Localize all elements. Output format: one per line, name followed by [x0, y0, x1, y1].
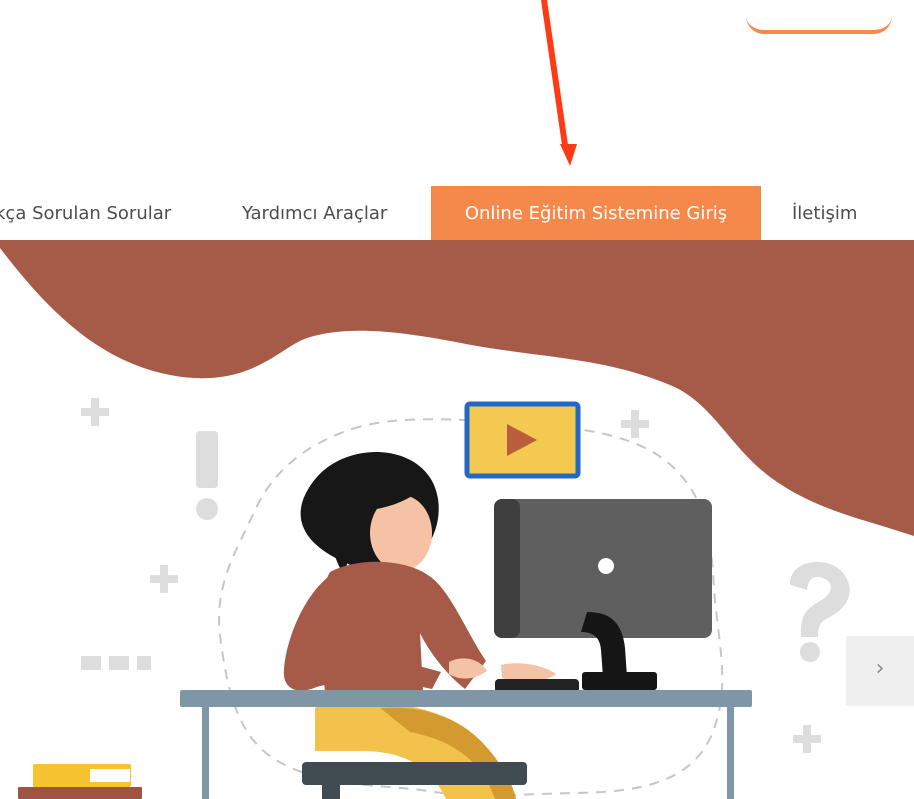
book-stack	[18, 764, 142, 799]
chevron-right-icon: ›	[875, 656, 885, 681]
hero-carousel	[0, 240, 914, 799]
nav-item-online-education-login[interactable]: Online Eğitim Sistemine Giriş	[431, 186, 761, 240]
computer-monitor	[494, 499, 712, 690]
top-cta-button[interactable]	[746, 0, 892, 34]
online-learning-illustration	[0, 240, 914, 799]
nav-item-contact[interactable]: İletişim	[792, 186, 872, 240]
carousel-next-button[interactable]: ›	[846, 636, 914, 706]
main-navigation: kça Sorulan Sorular Yardımcı Araçlar Onl…	[0, 186, 914, 240]
hero-wave-shape	[0, 240, 914, 536]
video-card	[464, 401, 581, 479]
website-page: kça Sorulan Sorular Yardımcı Araçlar Onl…	[0, 0, 914, 799]
nav-item-helpful-tools[interactable]: Yardımcı Araçlar	[242, 186, 402, 240]
nav-item-faq[interactable]: kça Sorulan Sorular	[0, 186, 193, 240]
